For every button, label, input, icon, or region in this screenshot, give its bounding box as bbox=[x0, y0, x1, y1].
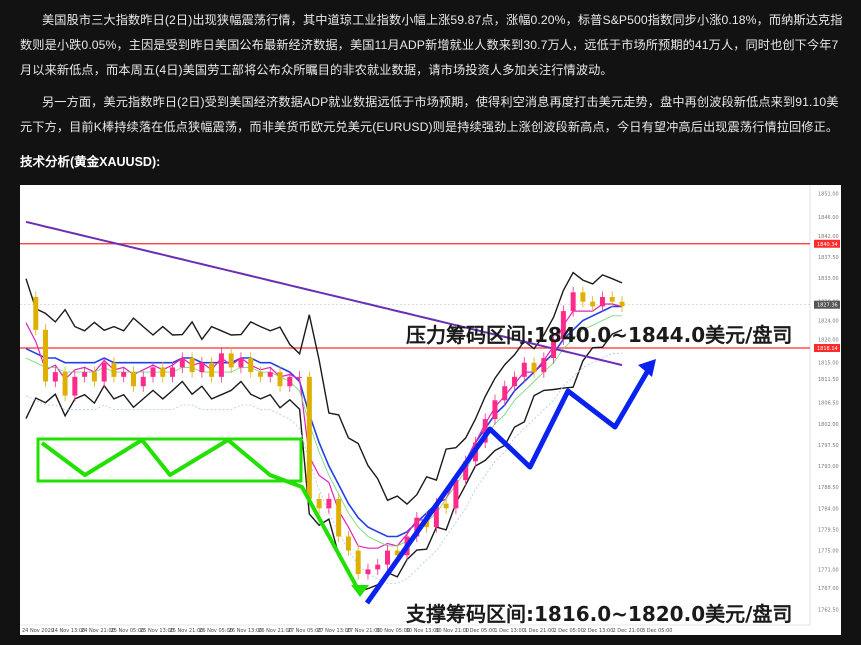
candle-body bbox=[316, 498, 322, 509]
candle-body bbox=[101, 362, 107, 382]
candle-body bbox=[512, 376, 518, 387]
time-tick-label: 2 Dec 13:00 bbox=[583, 628, 613, 634]
price-tick-label: 1811.50 bbox=[818, 377, 839, 383]
candle-body bbox=[130, 372, 136, 387]
time-tick-label: 1 Dec 13:00 bbox=[494, 628, 524, 634]
gold-chart-image: 1851.001846.001842.001837.501833.001828.… bbox=[20, 185, 841, 635]
candle-body bbox=[150, 367, 156, 377]
candle-body bbox=[521, 362, 527, 377]
time-tick-label: 1 Dec 05:00 bbox=[465, 628, 495, 634]
candle-body bbox=[609, 297, 615, 302]
candle-body bbox=[267, 372, 273, 377]
candle-body bbox=[140, 376, 146, 387]
candle-body bbox=[306, 376, 312, 499]
candle-body bbox=[345, 536, 351, 551]
candle-body bbox=[238, 358, 244, 368]
price-tick-label: 1762.50 bbox=[818, 607, 839, 613]
resistance-zone-annotation: 压力筹码区间:1840.0~1844.0美元/盘司 bbox=[406, 323, 792, 347]
price-tick-label: 1793.00 bbox=[818, 464, 839, 470]
gold-candlestick-chart: 1851.001846.001842.001837.501833.001828.… bbox=[20, 185, 841, 635]
time-tick-label: 1 Dec 21:00 bbox=[524, 628, 554, 634]
candle-body bbox=[248, 358, 254, 373]
candle-body bbox=[228, 353, 234, 368]
time-tick-label: 2 Dec 21:00 bbox=[612, 628, 642, 634]
price-tick-label: 1788.50 bbox=[818, 485, 839, 491]
candle-body bbox=[443, 503, 449, 509]
price-tick-label: 1842.00 bbox=[818, 234, 839, 240]
candle-body bbox=[326, 498, 332, 509]
candle-body bbox=[33, 297, 39, 330]
support-price-label: 1818.14 bbox=[817, 346, 838, 352]
paragraph-market-overview: 美国股市三大指数昨日(2日)出现狭幅震荡行情，其中道琼工业指数小幅上涨59.87… bbox=[20, 13, 843, 77]
candle-body bbox=[43, 329, 49, 382]
candle-body bbox=[599, 297, 605, 307]
paragraph-dollar-index: 另一方面，美元指数昨日(2日)受到美国经济数据ADP就业数据远低于市场预期，使得… bbox=[20, 95, 839, 134]
chart-background bbox=[20, 185, 841, 635]
candle-body bbox=[277, 372, 283, 387]
candle-body bbox=[218, 353, 224, 377]
candle-body bbox=[297, 376, 303, 378]
price-tick-label: 1833.00 bbox=[818, 276, 839, 282]
price-tick-label: 1784.00 bbox=[818, 506, 839, 512]
candle-body bbox=[531, 362, 537, 373]
candle-body bbox=[62, 372, 68, 396]
candle-body bbox=[570, 292, 576, 312]
candle-body bbox=[453, 480, 459, 509]
candle-body bbox=[91, 372, 97, 382]
candle-body bbox=[189, 358, 195, 373]
price-axis-labels: 1851.001846.001842.001837.501833.001828.… bbox=[814, 192, 840, 613]
price-tick-label: 1779.50 bbox=[818, 527, 839, 533]
candle-body bbox=[179, 358, 185, 368]
candle-body bbox=[82, 372, 88, 377]
candle-body bbox=[72, 376, 78, 396]
candle-body bbox=[355, 550, 361, 575]
candle-body bbox=[160, 367, 166, 377]
time-axis-labels: 24 Nov 202024 Nov 13:0024 Nov 21:0025 No… bbox=[22, 628, 672, 634]
time-tick-label: 3 Dec 05:00 bbox=[642, 628, 672, 634]
candle-body bbox=[121, 372, 127, 377]
price-tick-label: 1846.00 bbox=[818, 215, 839, 221]
candle-body bbox=[375, 564, 381, 570]
article-page: 美国股市三大指数昨日(2日)出现狭幅震荡行情，其中道琼工业指数小幅上涨59.87… bbox=[0, 0, 861, 645]
candle-body bbox=[52, 372, 58, 382]
price-tick-label: 1775.00 bbox=[818, 549, 839, 555]
candle-body bbox=[492, 400, 498, 420]
candle-body bbox=[287, 376, 293, 387]
candle-body bbox=[580, 292, 586, 302]
price-tick-label: 1837.50 bbox=[818, 255, 839, 261]
resistance-price-label: 1840.34 bbox=[817, 242, 838, 248]
time-tick-label: 2 Dec 05:00 bbox=[553, 628, 583, 634]
time-tick-label: 24 Nov 2020 bbox=[22, 628, 54, 634]
price-tick-label: 1815.00 bbox=[818, 361, 839, 367]
price-tick-label: 1824.00 bbox=[818, 318, 839, 324]
candle-body bbox=[257, 372, 263, 377]
candle-body bbox=[111, 362, 117, 377]
candle-body bbox=[541, 358, 547, 373]
candle-body bbox=[502, 386, 508, 401]
section-title-technical-analysis: 技术分析(黄金XAUUSD): bbox=[20, 155, 161, 169]
candle-body bbox=[199, 362, 205, 373]
candle-body bbox=[385, 550, 391, 565]
price-tick-label: 1851.00 bbox=[818, 192, 839, 198]
candle-body bbox=[336, 498, 342, 537]
support-zone-annotation: 支撑筹码区间:1816.0~1820.0美元/盘司 bbox=[406, 602, 792, 626]
candle-body bbox=[170, 367, 176, 377]
price-tick-label: 1767.00 bbox=[818, 586, 839, 592]
price-tick-label: 1771.00 bbox=[818, 567, 839, 573]
price-tick-label: 1820.00 bbox=[818, 337, 839, 343]
candle-body bbox=[590, 301, 596, 307]
candle-body bbox=[619, 301, 625, 307]
price-tick-label: 1802.00 bbox=[818, 422, 839, 428]
current-price-label: 1827.36 bbox=[817, 303, 838, 309]
candle-body bbox=[365, 569, 371, 575]
candle-body bbox=[209, 362, 215, 377]
price-tick-label: 1806.50 bbox=[818, 401, 839, 407]
price-tick-label: 1797.50 bbox=[818, 443, 839, 449]
